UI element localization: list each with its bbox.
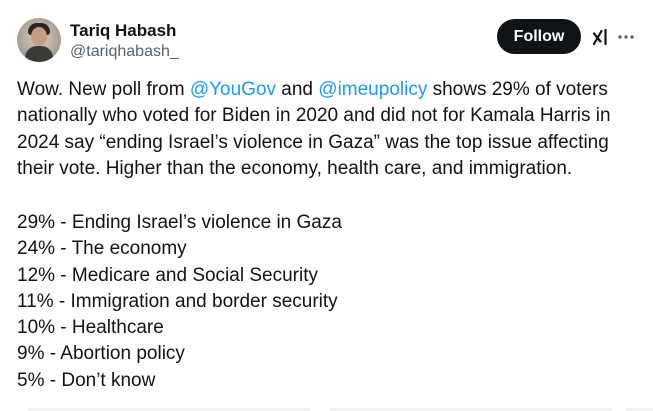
tweet-text-part-1: Wow. New poll from bbox=[17, 79, 190, 100]
list-item: 29% - Ending Israel’s violence in Gaza bbox=[17, 212, 342, 233]
tweet-text: Wow. New poll from @YouGov and @imeupoli… bbox=[17, 77, 637, 182]
tweet-text-part-2: and bbox=[276, 79, 319, 100]
poll-results-list: 29% - Ending Israel’s violence in Gaza 2… bbox=[17, 210, 637, 394]
more-icon[interactable] bbox=[617, 27, 635, 47]
grok-icon[interactable] bbox=[591, 27, 611, 47]
list-item: 5% - Don’t know bbox=[17, 369, 156, 391]
tweet-header: Tariq Habash @tariqhabash_ Follow bbox=[17, 18, 635, 66]
list-item: 24% - The economy bbox=[17, 238, 187, 260]
tweet: Tariq Habash @tariqhabash_ Follow Wow. N… bbox=[0, 0, 653, 411]
avatar[interactable] bbox=[17, 18, 61, 62]
list-item: 9% - Abortion policy bbox=[17, 343, 185, 365]
avatar-face bbox=[31, 27, 47, 46]
user-names: Tariq Habash @tariqhabash_ bbox=[70, 20, 179, 62]
follow-button[interactable]: Follow bbox=[497, 19, 581, 54]
mention-yougov[interactable]: @YouGov bbox=[190, 79, 276, 100]
avatar-body bbox=[25, 46, 53, 62]
list-item: 11% - Immigration and border security bbox=[17, 290, 338, 312]
list-item: 12% - Medicare and Social Security bbox=[17, 264, 318, 286]
display-name[interactable]: Tariq Habash bbox=[70, 20, 179, 42]
mention-imeupolicy[interactable]: @imeupolicy bbox=[318, 79, 427, 100]
list-item: 10% - Healthcare bbox=[17, 317, 164, 339]
user-handle[interactable]: @tariqhabash_ bbox=[70, 42, 179, 62]
